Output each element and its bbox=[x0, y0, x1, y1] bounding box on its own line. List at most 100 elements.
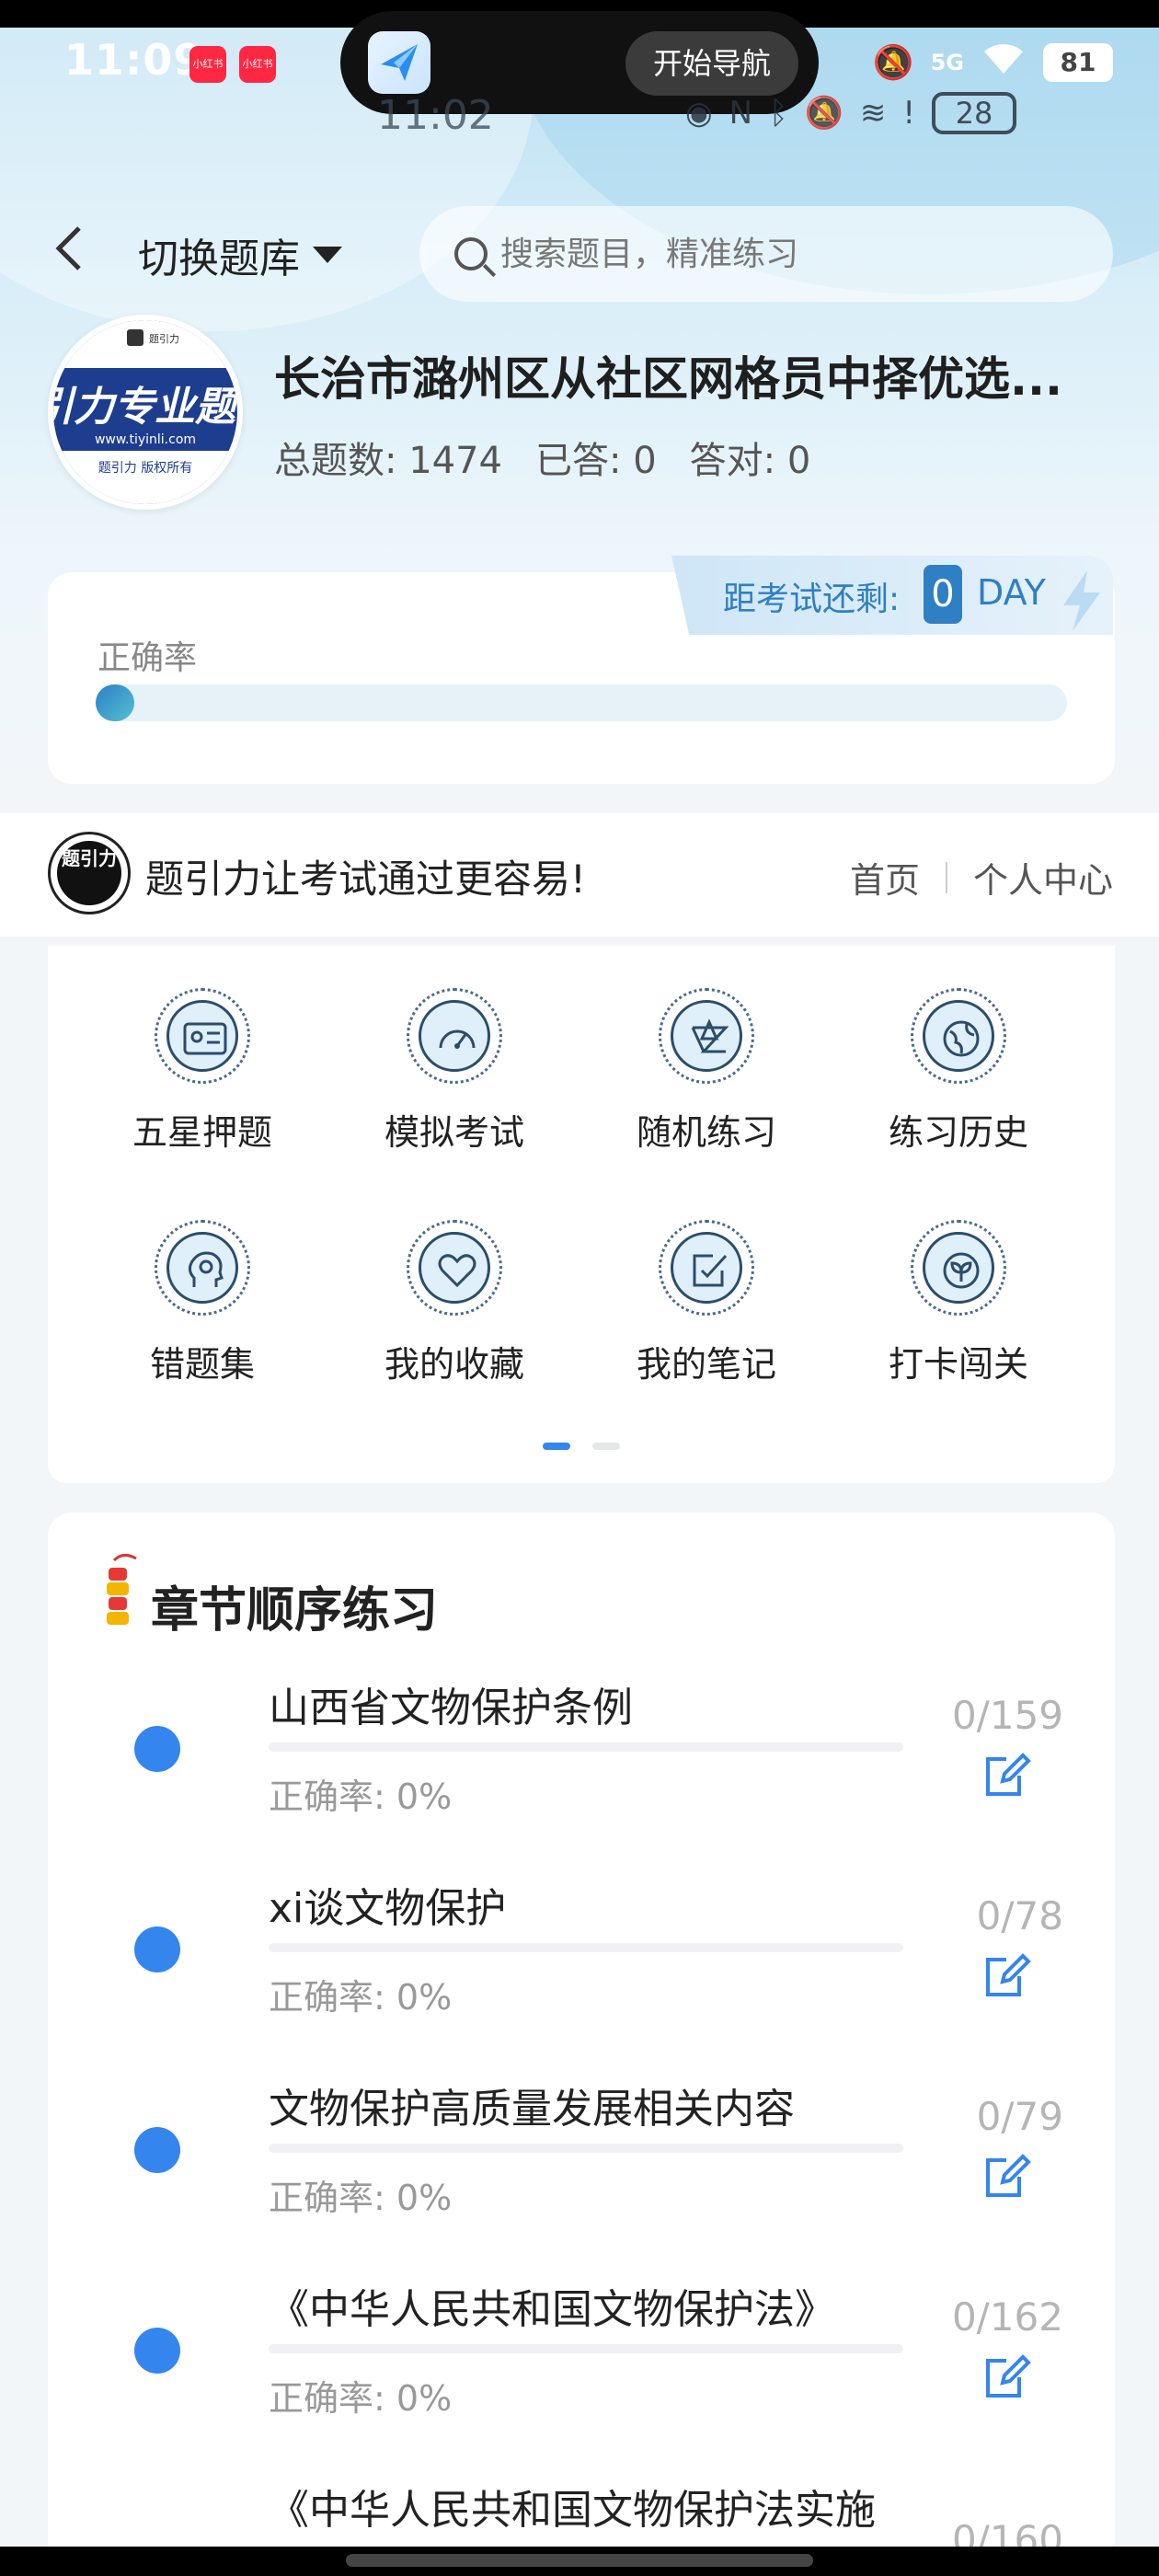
countdown-unit: DAY bbox=[977, 572, 1046, 613]
grid-item-five-star[interactable]: 五星押题 bbox=[110, 988, 294, 1155]
edit-icon[interactable] bbox=[982, 1950, 1032, 2000]
grid-item-random-practice[interactable]: 随机练习 bbox=[614, 988, 798, 1155]
sprout-icon bbox=[943, 1252, 980, 1289]
chapter-progress-bar bbox=[269, 2344, 903, 2353]
chapter-title[interactable]: 文物保护高质量发展相关内容 bbox=[269, 2076, 795, 2134]
bank-logo: 题引力 引力专业题 www.tiyinli.com 题引力 版权所有 bbox=[48, 315, 243, 510]
start-navigation-button[interactable]: 开始导航 bbox=[625, 31, 798, 96]
chapter-progress-bar bbox=[269, 2144, 903, 2153]
status-icons: 🔕 5G 81 bbox=[873, 37, 1113, 88]
profile-link[interactable]: 个人中心 bbox=[973, 852, 1113, 903]
grid-label: 我的笔记 bbox=[636, 1344, 776, 1385]
chapter-accuracy: 正确率: 0% bbox=[269, 1777, 453, 1817]
correct-count: 答对: 0 bbox=[689, 440, 811, 482]
head-icon bbox=[188, 1251, 224, 1287]
grid-item-wrong-questions[interactable]: 错题集 bbox=[110, 1220, 294, 1386]
grid-label: 打卡闯关 bbox=[888, 1344, 1028, 1385]
search-input[interactable] bbox=[500, 235, 1052, 273]
ghost-time: 11:02 bbox=[377, 92, 494, 139]
id-card-icon bbox=[183, 1022, 227, 1055]
mute-icon: 🔕 bbox=[804, 95, 843, 132]
home-indicator[interactable] bbox=[346, 2554, 813, 2567]
edit-icon[interactable] bbox=[982, 2151, 1032, 2201]
banner-links: 首页 个人中心 bbox=[850, 852, 1113, 903]
pager-dot[interactable] bbox=[592, 1443, 620, 1450]
chapter-count: 0/159 bbox=[951, 1693, 1063, 1738]
chapter-status-dot bbox=[134, 1926, 180, 1972]
edit-icon[interactable] bbox=[982, 2352, 1032, 2401]
grid-label: 我的收藏 bbox=[384, 1344, 524, 1385]
countdown-days: 0 bbox=[924, 565, 962, 624]
total-count: 总题数: 1474 bbox=[274, 440, 502, 482]
grid-item-mock-exam[interactable]: 模拟考试 bbox=[362, 988, 546, 1155]
lightning-icon bbox=[1063, 570, 1100, 631]
home-link[interactable]: 首页 bbox=[850, 852, 920, 903]
chapter-title[interactable]: 《中华人民共和国文物保护法》 bbox=[269, 2276, 835, 2335]
pager-dot-active[interactable] bbox=[543, 1443, 570, 1450]
chapter-progress-bar bbox=[269, 1943, 903, 1952]
accuracy-progress-fill bbox=[96, 684, 134, 721]
eye-icon: ◉ bbox=[685, 95, 713, 132]
grid-label: 练习历史 bbox=[888, 1112, 1028, 1153]
search-icon bbox=[454, 237, 488, 270]
divider bbox=[945, 861, 947, 893]
chapter-status-dot bbox=[134, 1726, 180, 1772]
chapter-accuracy: 正确率: 0% bbox=[269, 2378, 453, 2419]
navigation-app-icon[interactable] bbox=[368, 31, 430, 94]
grid-item-notes[interactable]: 我的笔记 bbox=[614, 1220, 798, 1386]
switch-question-bank[interactable]: 切换题库 bbox=[138, 225, 342, 284]
mute-bell-icon: 🔕 bbox=[872, 44, 914, 82]
chapter-title[interactable]: xi谈文物保护 bbox=[269, 1875, 506, 1934]
grid-label: 错题集 bbox=[149, 1344, 255, 1385]
bluetooth-icon: ᛒ bbox=[769, 95, 788, 132]
chapter-count: 0/79 bbox=[976, 2094, 1063, 2139]
chapter-progress-bar bbox=[269, 1742, 903, 1752]
speedometer-icon bbox=[439, 1029, 476, 1049]
chapter-section-title: 章节顺序练习 bbox=[151, 1583, 439, 1639]
chapter-count: 0/162 bbox=[951, 2294, 1063, 2340]
signal-5g-icon: 5G bbox=[930, 50, 964, 75]
answered-count: 已答: 0 bbox=[535, 440, 657, 482]
check-note-icon bbox=[693, 1254, 728, 1287]
chapter-accuracy: 正确率: 0% bbox=[269, 1977, 453, 2018]
tiyinli-logo-text: 题引力 bbox=[57, 841, 121, 905]
ghost-battery: 28 bbox=[932, 92, 1016, 134]
status-time: 11:09 bbox=[64, 35, 204, 85]
chapter-title[interactable]: 《中华人民共和国文物保护法实施 bbox=[269, 2477, 876, 2536]
globe-icon bbox=[943, 1020, 980, 1057]
chapter-status-dot bbox=[134, 2127, 180, 2173]
bank-title: 长治市潞州区从社区网格员中择优选... bbox=[274, 352, 1062, 406]
switch-bank-label: 切换题库 bbox=[138, 236, 300, 282]
chapter-practice-card bbox=[48, 1512, 1115, 2576]
search-bar[interactable] bbox=[419, 206, 1113, 302]
chapter-title[interactable]: 山西省文物保护条例 bbox=[269, 1674, 633, 1733]
chevron-left-icon bbox=[55, 226, 81, 270]
shuffle-icon bbox=[691, 1018, 729, 1053]
chapter-status-dot bbox=[134, 2328, 180, 2374]
grid-label: 随机练习 bbox=[636, 1112, 776, 1153]
back-button[interactable] bbox=[50, 221, 96, 285]
ghost-status-icons: ◉ N ᛒ 🔕 ≋ ! 28 bbox=[685, 92, 1016, 134]
grid-label: 模拟考试 bbox=[384, 1112, 524, 1153]
countdown-label: 距考试还剩: bbox=[723, 581, 901, 618]
accuracy-label: 正确率 bbox=[98, 639, 198, 677]
grid-item-checkin[interactable]: 打卡闯关 bbox=[866, 1220, 1050, 1386]
battery-indicator: 81 bbox=[1043, 43, 1113, 82]
grid-item-history[interactable]: 练习历史 bbox=[866, 988, 1050, 1155]
status-bar: 11:09 小红书 小红书 开始导航 🔕 5G 81 11:02 ◉ N ᛒ 🔕… bbox=[0, 0, 1159, 139]
caret-down-icon bbox=[313, 247, 342, 263]
xiaohongshu-app-icon: 小红书 bbox=[189, 46, 226, 83]
bank-stats: 总题数: 1474 已答: 0 答对: 0 bbox=[274, 431, 810, 484]
edit-icon[interactable] bbox=[982, 1750, 1032, 1800]
alert-icon: ! bbox=[902, 95, 915, 132]
nfc-icon: N bbox=[729, 95, 753, 132]
banner-slogan: 题引力让考试通过更容易! bbox=[145, 857, 586, 902]
chapter-count: 0/78 bbox=[976, 1893, 1063, 1938]
wifi-ghost-icon: ≋ bbox=[859, 95, 887, 132]
accuracy-progress-track bbox=[96, 684, 1067, 721]
heart-icon bbox=[438, 1254, 476, 1288]
firecracker-icon bbox=[107, 1554, 137, 1625]
wifi-icon bbox=[981, 40, 1027, 86]
chapter-accuracy: 正确率: 0% bbox=[269, 2178, 453, 2218]
grid-item-favorites[interactable]: 我的收藏 bbox=[362, 1220, 546, 1386]
